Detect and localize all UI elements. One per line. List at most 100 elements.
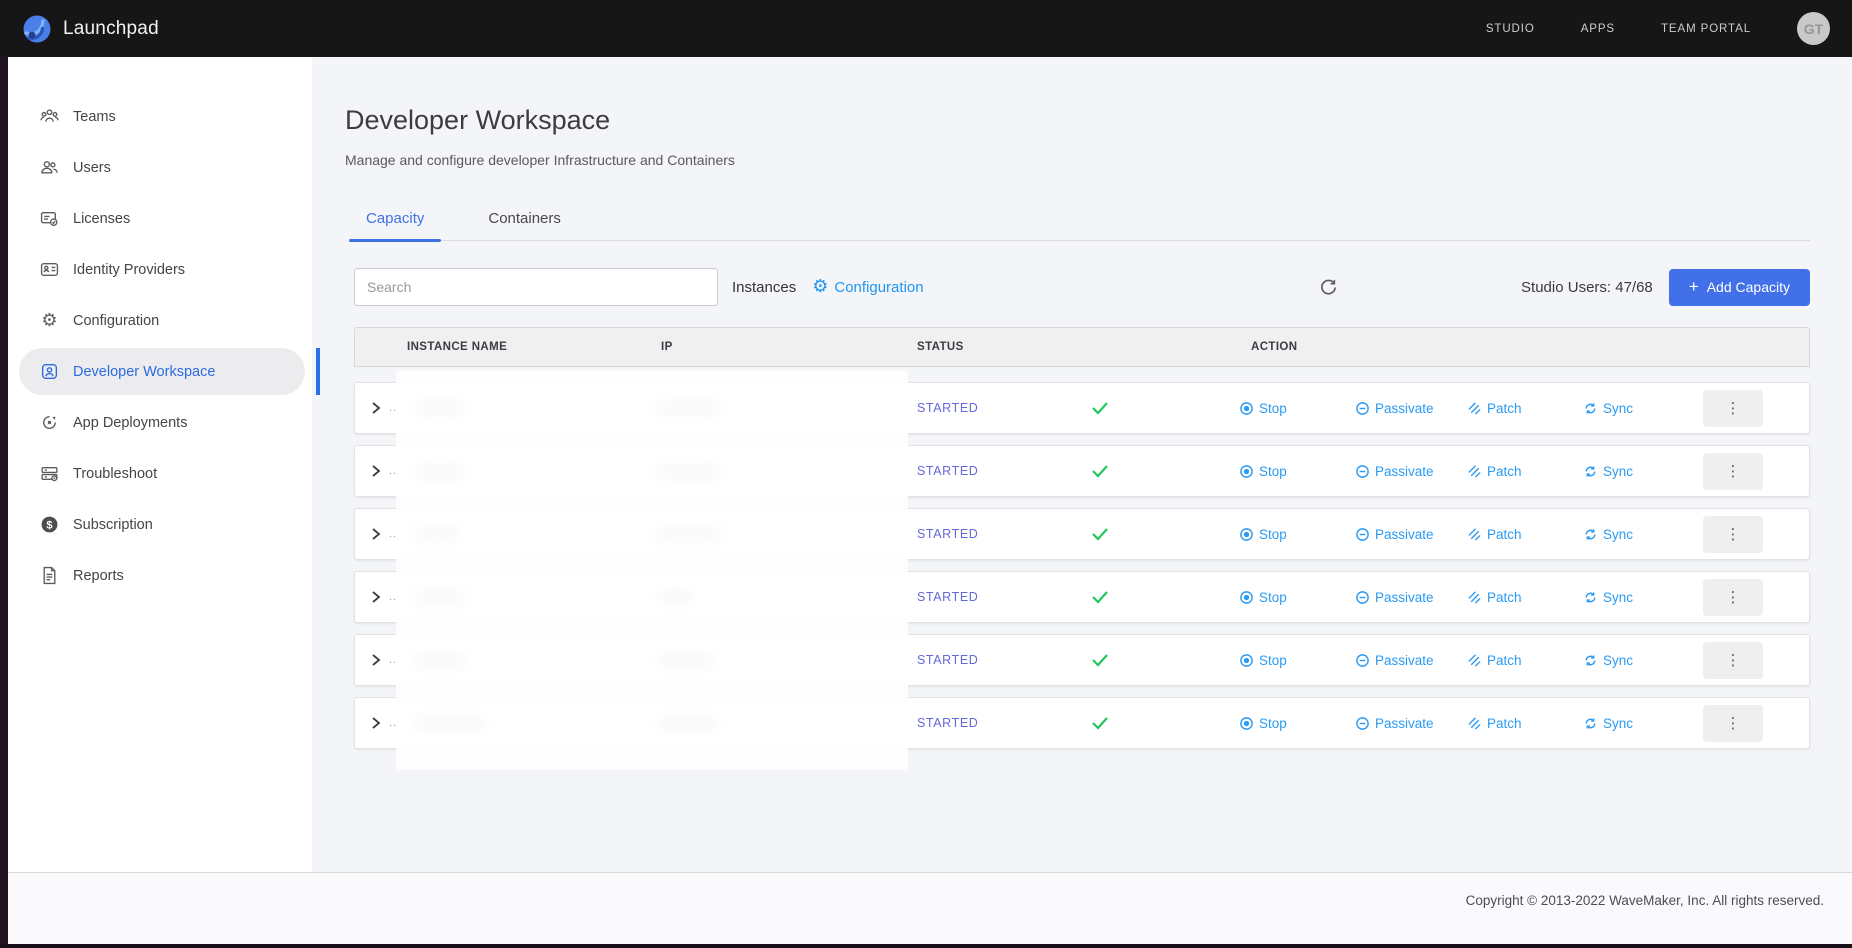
- patch-action[interactable]: Patch: [1467, 716, 1583, 731]
- passivate-label: Passivate: [1375, 527, 1434, 542]
- sync-action[interactable]: Sync: [1583, 716, 1695, 731]
- table-rows: .. STARTED Stop Passivate Pa: [354, 382, 1810, 749]
- stop-action[interactable]: Stop: [1239, 590, 1355, 605]
- patch-action[interactable]: Patch: [1467, 401, 1583, 416]
- search-input[interactable]: [354, 268, 718, 306]
- add-capacity-button[interactable]: + Add Capacity: [1669, 269, 1810, 306]
- health-check-icon: [1085, 715, 1239, 731]
- patch-label: Patch: [1487, 527, 1522, 542]
- sidebar-item-developer-workspace[interactable]: Developer Workspace: [8, 346, 312, 397]
- health-check-icon: [1085, 652, 1239, 668]
- gear-icon: ⚙: [812, 278, 828, 296]
- configuration-link-label: Configuration: [834, 279, 923, 296]
- patch-label: Patch: [1487, 653, 1522, 668]
- health-check-icon: [1085, 400, 1239, 416]
- sync-label: Sync: [1603, 590, 1633, 605]
- sync-action[interactable]: Sync: [1583, 464, 1695, 479]
- sidebar-item-licenses[interactable]: Licenses: [8, 193, 312, 244]
- sync-action[interactable]: Sync: [1583, 527, 1695, 542]
- passivate-label: Passivate: [1375, 716, 1434, 731]
- sidebar-item-troubleshoot[interactable]: Troubleshoot: [8, 448, 312, 499]
- passivate-action[interactable]: Passivate: [1355, 590, 1467, 605]
- nav-apps[interactable]: APPS: [1581, 23, 1615, 35]
- instances-table: INSTANCE NAME IP STATUS ACTION .. STARTE…: [354, 327, 1810, 749]
- sidebar-item-label: Developer Workspace: [73, 364, 215, 380]
- expand-row-button[interactable]: ..: [355, 589, 401, 605]
- refresh-icon[interactable]: [1317, 276, 1339, 298]
- expand-row-button[interactable]: ..: [355, 715, 401, 731]
- stop-action[interactable]: Stop: [1239, 653, 1355, 668]
- sidebar-item-label: Subscription: [73, 517, 153, 533]
- ip-redacted: [657, 401, 723, 416]
- expand-row-button[interactable]: ..: [355, 652, 401, 668]
- stop-action[interactable]: Stop: [1239, 527, 1355, 542]
- table-row: .. STARTED Stop Passivate Pa: [354, 634, 1810, 686]
- stop-action[interactable]: Stop: [1239, 716, 1355, 731]
- patch-action[interactable]: Patch: [1467, 527, 1583, 542]
- nav-team-portal[interactable]: TEAM PORTAL: [1661, 23, 1751, 35]
- sidebar-item-subscription[interactable]: $ Subscription: [8, 499, 312, 550]
- row-menu-button[interactable]: ⋮: [1703, 642, 1763, 679]
- redacted-dots: ..: [389, 717, 397, 729]
- patch-label: Patch: [1487, 590, 1522, 605]
- redacted-dots: ..: [389, 402, 397, 414]
- health-check-icon: [1085, 463, 1239, 479]
- row-menu-button[interactable]: ⋮: [1703, 390, 1763, 427]
- studio-users-count: Studio Users: 47/68: [1521, 279, 1653, 296]
- licenses-icon: [40, 209, 59, 228]
- passivate-action[interactable]: Passivate: [1355, 464, 1467, 479]
- stop-label: Stop: [1259, 716, 1287, 731]
- passivate-action[interactable]: Passivate: [1355, 653, 1467, 668]
- redacted-dots: ..: [389, 465, 397, 477]
- sidebar-item-configuration[interactable]: ⚙ Configuration: [8, 295, 312, 346]
- sidebar-item-reports[interactable]: Reports: [8, 550, 312, 601]
- add-capacity-label: Add Capacity: [1707, 279, 1790, 295]
- sidebar-item-users[interactable]: Users: [8, 142, 312, 193]
- instance-name-redacted: [413, 527, 461, 542]
- ip-redacted: [657, 653, 715, 668]
- patch-action[interactable]: Patch: [1467, 590, 1583, 605]
- troubleshoot-icon: [40, 464, 59, 483]
- tab-capacity[interactable]: Capacity: [354, 202, 436, 240]
- expand-row-button[interactable]: ..: [355, 463, 401, 479]
- row-menu-button[interactable]: ⋮: [1703, 579, 1763, 616]
- column-ip: IP: [611, 341, 911, 353]
- stop-label: Stop: [1259, 527, 1287, 542]
- top-nav: STUDIO APPS TEAM PORTAL GT: [1486, 12, 1830, 45]
- instance-name-redacted: [413, 716, 487, 731]
- column-instance-name: INSTANCE NAME: [401, 341, 611, 353]
- ip-redacted: [657, 464, 723, 479]
- row-menu-button[interactable]: ⋮: [1703, 705, 1763, 742]
- health-check-icon: [1085, 589, 1239, 605]
- passivate-label: Passivate: [1375, 464, 1434, 479]
- sidebar-item-app-deployments[interactable]: App Deployments: [8, 397, 312, 448]
- sidebar-item-teams[interactable]: Teams: [8, 91, 312, 142]
- passivate-action[interactable]: Passivate: [1355, 401, 1467, 416]
- patch-action[interactable]: Patch: [1467, 464, 1583, 479]
- passivate-action[interactable]: Passivate: [1355, 527, 1467, 542]
- brand[interactable]: Launchpad: [22, 14, 159, 44]
- tab-containers[interactable]: Containers: [476, 202, 573, 240]
- sidebar-item-identity-providers[interactable]: Identity Providers: [8, 244, 312, 295]
- passivate-action[interactable]: Passivate: [1355, 716, 1467, 731]
- expand-row-button[interactable]: ..: [355, 400, 401, 416]
- configuration-link[interactable]: ⚙ Configuration: [812, 278, 923, 296]
- sidebar: Teams Users Licenses Ident: [8, 57, 312, 872]
- sync-action[interactable]: Sync: [1583, 401, 1695, 416]
- patch-label: Patch: [1487, 716, 1522, 731]
- expand-row-button[interactable]: ..: [355, 526, 401, 542]
- sync-action[interactable]: Sync: [1583, 590, 1695, 605]
- avatar[interactable]: GT: [1797, 12, 1830, 45]
- page-subtitle: Manage and configure developer Infrastru…: [345, 152, 1810, 168]
- status-badge: STARTED: [911, 653, 1085, 667]
- patch-action[interactable]: Patch: [1467, 653, 1583, 668]
- sync-action[interactable]: Sync: [1583, 653, 1695, 668]
- stop-action[interactable]: Stop: [1239, 464, 1355, 479]
- table-row: .. STARTED Stop Passivate Pa: [354, 697, 1810, 749]
- nav-studio[interactable]: STUDIO: [1486, 23, 1535, 35]
- stop-action[interactable]: Stop: [1239, 401, 1355, 416]
- row-menu-button[interactable]: ⋮: [1703, 516, 1763, 553]
- sync-label: Sync: [1603, 464, 1633, 479]
- row-menu-button[interactable]: ⋮: [1703, 453, 1763, 490]
- status-badge: STARTED: [911, 716, 1085, 730]
